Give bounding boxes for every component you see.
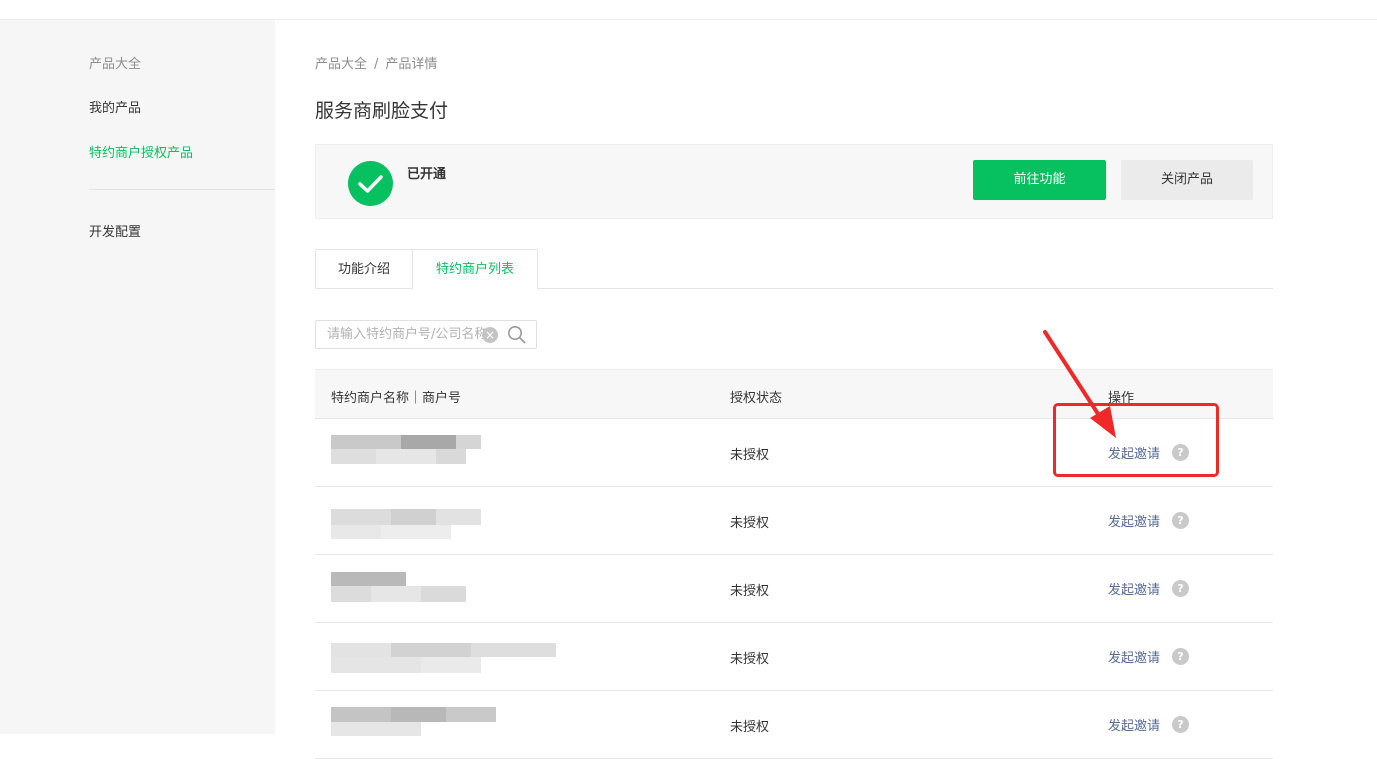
- table-row: 未授权 发起邀请 ?: [315, 623, 1273, 691]
- annotation-arrow-icon: [1043, 330, 1116, 438]
- help-icon[interactable]: ?: [1172, 648, 1189, 665]
- table-row: 未授权 发起邀请 ?: [315, 487, 1273, 555]
- send-invite-link[interactable]: 发起邀请: [1108, 511, 1160, 530]
- search-box: ×: [315, 320, 537, 349]
- table-row: 未授权 发起邀请 ?: [315, 691, 1273, 759]
- go-to-feature-button[interactable]: 前往功能: [973, 160, 1106, 200]
- breadcrumb-separator: /: [374, 57, 379, 72]
- table-row: 未授权 发起邀请 ?: [315, 555, 1273, 623]
- sidebar-item-merchant-authorized-products[interactable]: 特约商户授权产品: [89, 142, 193, 161]
- search-input[interactable]: [316, 321, 486, 348]
- sidebar: 产品大全 我的产品 特约商户授权产品 开发配置: [0, 20, 275, 734]
- search-icon[interactable]: [507, 325, 527, 345]
- tab-merchant-list[interactable]: 特约商户列表: [412, 249, 538, 290]
- auth-status: 未授权: [730, 652, 770, 667]
- auth-status: 未授权: [730, 516, 770, 531]
- breadcrumb: 产品大全 / 产品详情: [315, 53, 437, 72]
- top-bar: [0, 0, 1377, 20]
- clear-icon[interactable]: ×: [482, 327, 498, 343]
- help-icon[interactable]: ?: [1172, 512, 1189, 529]
- help-icon[interactable]: ?: [1172, 580, 1189, 597]
- breadcrumb-item-product-detail: 产品详情: [385, 57, 438, 72]
- auth-status: 未授权: [730, 720, 770, 735]
- auth-status: 未授权: [730, 448, 770, 463]
- send-invite-link[interactable]: 发起邀请: [1108, 647, 1160, 666]
- tab-bar: 功能介绍 特约商户列表: [315, 249, 1273, 290]
- sidebar-item-dev-config[interactable]: 开发配置: [89, 221, 141, 240]
- status-text: 已开通: [407, 167, 447, 182]
- breadcrumb-item-products-all[interactable]: 产品大全: [315, 57, 367, 72]
- close-product-button[interactable]: 关闭产品: [1121, 160, 1253, 200]
- sidebar-item-products-all[interactable]: 产品大全: [89, 53, 141, 72]
- tab-feature-intro[interactable]: 功能介绍: [315, 249, 413, 289]
- send-invite-link[interactable]: 发起邀请: [1108, 715, 1160, 734]
- header-auth-status: 授权状态: [730, 391, 783, 406]
- sidebar-divider: [89, 189, 275, 190]
- page-title: 服务商刷脸支付: [315, 100, 449, 122]
- sidebar-item-my-products[interactable]: 我的产品: [89, 97, 141, 116]
- help-icon[interactable]: ?: [1172, 716, 1189, 733]
- check-icon: [348, 161, 393, 206]
- send-invite-link[interactable]: 发起邀请: [1108, 579, 1160, 598]
- header-merchant-name: 特约商户名称｜商户号: [331, 391, 462, 406]
- auth-status: 未授权: [730, 584, 770, 599]
- status-panel: 已开通 前往功能 关闭产品: [315, 144, 1273, 219]
